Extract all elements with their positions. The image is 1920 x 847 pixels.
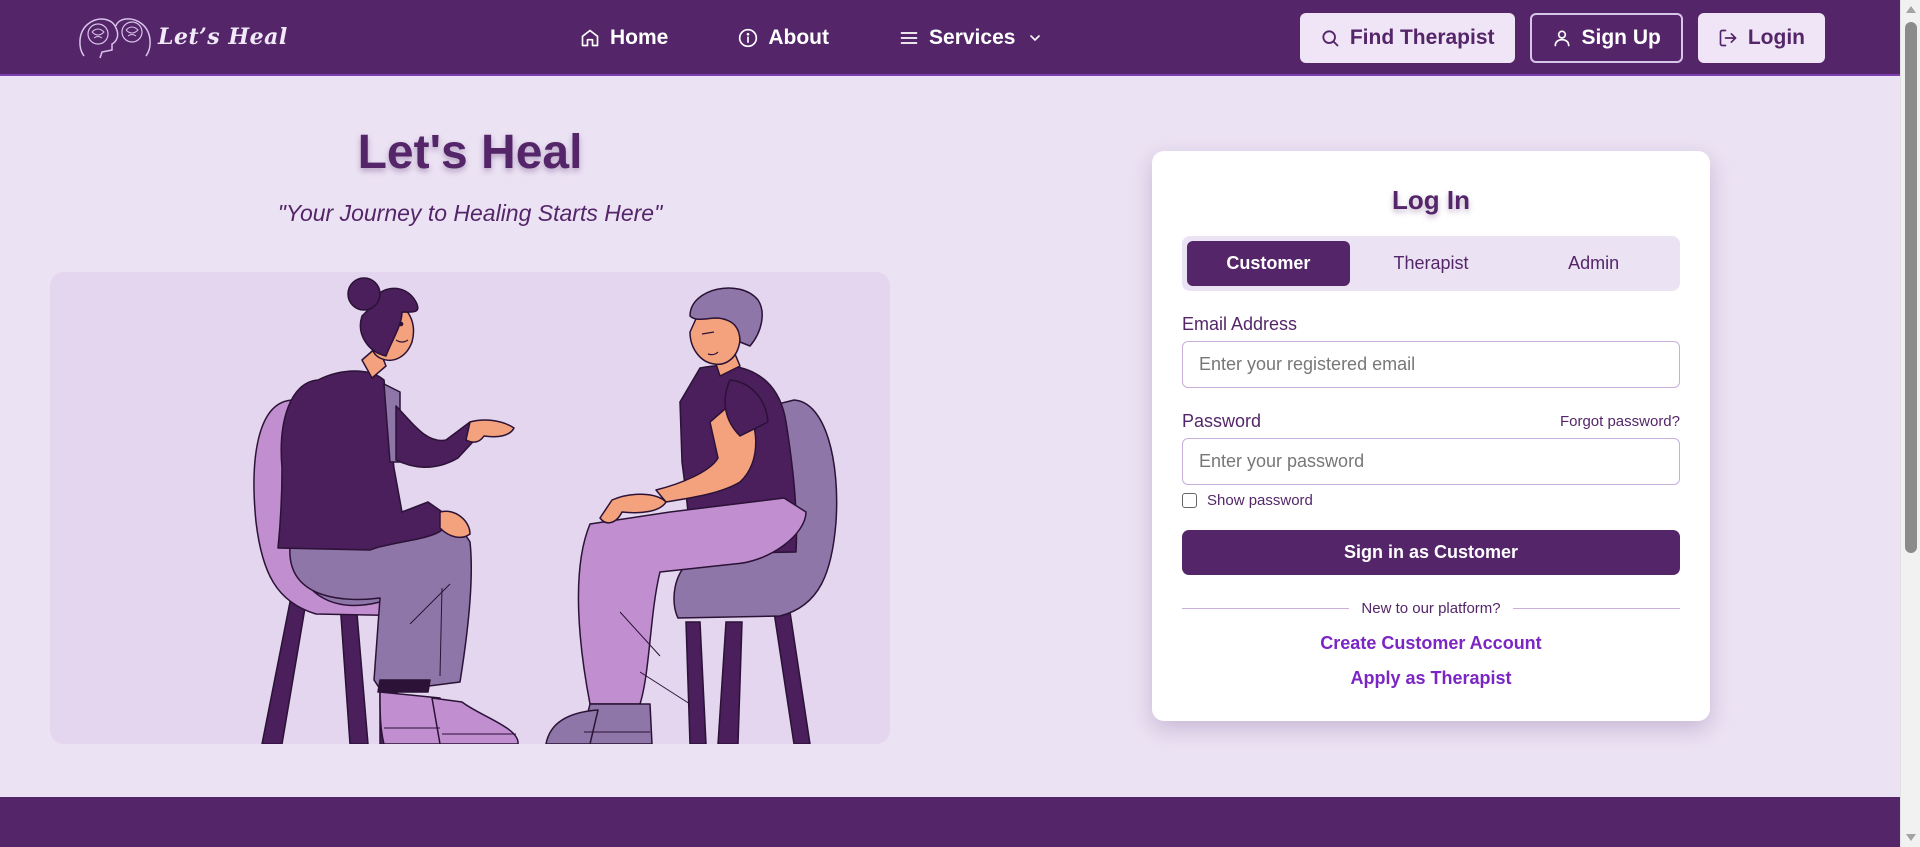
hero-title: Let's Heal [357,126,583,179]
page-scrollbar[interactable] [1900,0,1920,847]
nav-services-label: Services [929,26,1016,49]
divider-line-left [1182,607,1350,609]
hero-tagline: "Your Journey to Healing Starts Here" [277,200,663,226]
divider-line-right [1512,607,1681,609]
home-icon [581,29,599,47]
tab-customer[interactable]: Customer [1187,241,1350,286]
divider-text: New to our platform? [1361,599,1501,617]
login-title: Log In [1392,185,1470,215]
login-button[interactable]: Login [1697,13,1825,63]
nav-home-label: Home [610,26,669,49]
logo[interactable]: Let’s Heal [76,12,288,62]
show-password-label[interactable]: Show password [1207,492,1313,509]
sign-in-button[interactable]: Sign in as Customer [1182,530,1680,575]
show-password-row: Show password [1182,492,1313,509]
signup-divider: New to our platform? [1182,598,1681,618]
create-account-link[interactable]: Create Customer Account [1152,633,1710,654]
email-input[interactable] [1182,341,1680,388]
login-label: Login [1747,26,1805,49]
email-label: Email Address [1182,314,1298,334]
login-card: Log In Customer Therapist Admin Email Ad… [1152,151,1710,721]
password-label: Password [1182,411,1262,431]
role-tabs: Customer Therapist Admin [1182,236,1680,291]
tab-admin[interactable]: Admin [1512,241,1675,286]
scrollbar-thumb[interactable] [1905,22,1917,553]
sign-up-label: Sign Up [1581,26,1661,49]
user-icon [1554,30,1570,47]
info-icon [739,28,758,48]
search-icon [1322,30,1339,47]
sign-up-button[interactable]: Sign Up [1529,13,1683,63]
brain-heads-logo-icon [79,18,151,59]
nav-about-label: About [768,26,830,49]
main-nav: Home About Services [580,0,1113,76]
logo-text: Let’s Heal [158,24,288,50]
nav-about[interactable]: About [738,26,829,50]
therapy-session-image [253,277,838,744]
show-password-checkbox[interactable] [1182,493,1197,508]
chevron-down-icon [1030,35,1041,42]
nav-actions: Find Therapist Sign Up Login [1285,13,1825,63]
forgot-password-link[interactable]: Forgot password? [1560,413,1680,430]
therapy-session-illustration [50,272,890,744]
footer [0,797,1900,847]
login-icon [1719,29,1737,47]
apply-therapist-link[interactable]: Apply as Therapist [1152,668,1710,689]
nav-services[interactable]: Services [899,26,1043,50]
nav-home[interactable]: Home [580,26,668,50]
navbar: Let’s Heal Home About Services Find Ther… [0,0,1900,76]
tab-therapist[interactable]: Therapist [1350,241,1513,286]
find-therapist-label: Find Therapist [1349,26,1495,49]
menu-icon [900,32,918,44]
find-therapist-button[interactable]: Find Therapist [1299,13,1515,63]
scroll-down-icon[interactable] [1906,834,1916,841]
scroll-up-icon[interactable] [1906,6,1916,13]
password-input[interactable] [1182,438,1680,485]
